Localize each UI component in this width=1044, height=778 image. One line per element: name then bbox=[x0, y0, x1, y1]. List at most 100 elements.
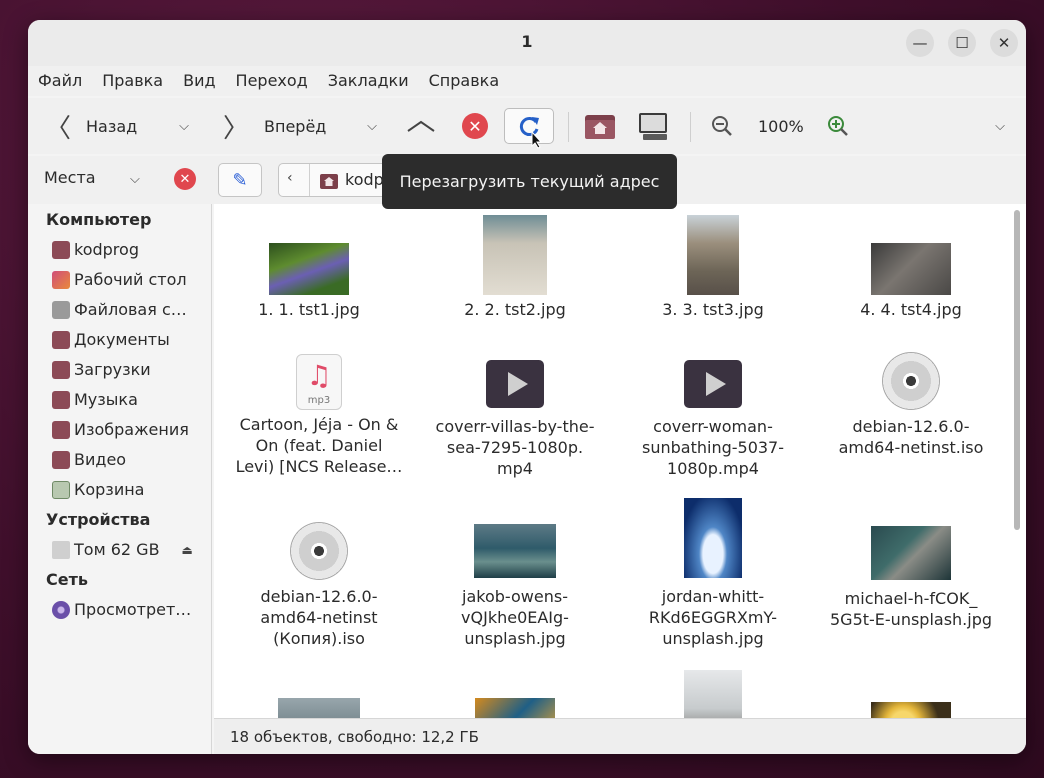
sidebar-item-label: Изображения bbox=[74, 420, 189, 439]
file-name-line: sea-7295-1080p. bbox=[446, 438, 584, 457]
minimize-icon: — bbox=[912, 34, 928, 52]
play-icon bbox=[705, 372, 726, 396]
zoom-level: 100% bbox=[758, 116, 804, 136]
stop-button[interactable]: ✕ bbox=[458, 108, 492, 144]
file-item[interactable] bbox=[816, 702, 1006, 718]
sidebar-item-label: Рабочий стол bbox=[74, 270, 187, 289]
file-item[interactable]: 4. 4. tst4.jpg bbox=[816, 212, 1006, 320]
edit-path-button[interactable]: ✎ bbox=[218, 163, 262, 197]
file-item[interactable] bbox=[420, 698, 610, 718]
file-view: 1. 1. tst1.jpg 2. 2. tst2.jpg 3. 3. tst3… bbox=[214, 204, 1026, 718]
minimize-button[interactable]: — bbox=[906, 29, 934, 57]
close-icon: ✕ bbox=[174, 168, 196, 190]
desktop-icon bbox=[52, 270, 70, 289]
maximize-button[interactable]: ☐ bbox=[948, 29, 976, 57]
sidebar-item-trash[interactable]: Корзина bbox=[52, 480, 208, 499]
file-item[interactable]: ♫ mp3 Cartoon, Jéja - On & On (feat. Dani… bbox=[224, 354, 414, 477]
filesystem-icon bbox=[52, 300, 70, 319]
close-button[interactable]: ✕ bbox=[990, 29, 1018, 57]
music-folder-icon bbox=[52, 390, 70, 409]
sidebar-header-devices: Устройства bbox=[46, 510, 151, 529]
sidebar-item-filesystem[interactable]: Файловая с… bbox=[52, 300, 208, 319]
file-item[interactable]: 2. 2. tst2.jpg bbox=[420, 212, 610, 320]
forward-button[interactable]: 〉 bbox=[223, 108, 249, 144]
file-item[interactable] bbox=[618, 670, 808, 718]
zoom-out-button[interactable] bbox=[708, 108, 736, 144]
close-sidebar-button[interactable]: ✕ bbox=[174, 168, 196, 190]
sidebar-item-label: Корзина bbox=[74, 480, 145, 499]
computer-button[interactable] bbox=[634, 108, 674, 144]
file-item[interactable]: debian-12.6.0- amd64-netinst.iso bbox=[816, 352, 1006, 458]
toolbar-overflow-dropdown[interactable]: ⌵ bbox=[990, 108, 1010, 144]
sidebar-item-desktop[interactable]: Рабочий стол bbox=[52, 270, 208, 289]
file-name-line: debian-12.6.0- bbox=[260, 587, 378, 606]
sidebar-item-volume[interactable]: Том 62 GB ⏏ bbox=[52, 540, 208, 559]
sidebar-item-home[interactable]: kodprog bbox=[52, 240, 208, 259]
toolbar: 〈 Назад ⌵ 〉 Вперёд ⌵ ✕ 100% ⌵ bbox=[28, 98, 1026, 154]
image-thumbnail bbox=[684, 670, 742, 718]
menu-bookmarks[interactable]: Закладки bbox=[328, 66, 409, 96]
downloads-folder-icon bbox=[52, 360, 70, 379]
sidebar-item-downloads[interactable]: Загрузки bbox=[52, 360, 208, 379]
network-icon bbox=[52, 600, 70, 619]
file-name-line: (Копия).iso bbox=[273, 629, 365, 648]
zoom-in-button[interactable] bbox=[824, 108, 852, 144]
places-dropdown[interactable]: ⌵ bbox=[130, 168, 140, 187]
home-button[interactable] bbox=[582, 108, 618, 144]
places-selector-label[interactable]: Места bbox=[44, 168, 96, 187]
sidebar-header-computer: Компьютер bbox=[46, 210, 152, 229]
file-name: 1. 1. tst1.jpg bbox=[258, 300, 360, 319]
back-history-dropdown[interactable]: ⌵ bbox=[174, 108, 194, 144]
image-thumbnail bbox=[684, 498, 742, 578]
file-item[interactable]: coverr-woman- sunbathing-5037- 1080p.mp4 bbox=[618, 360, 808, 479]
menu-go[interactable]: Переход bbox=[236, 66, 308, 96]
forward-label[interactable]: Вперёд bbox=[264, 108, 326, 144]
sidebar-item-browse-network[interactable]: Просмотрет… bbox=[52, 600, 208, 619]
computer-icon bbox=[639, 113, 667, 140]
scrollbar[interactable] bbox=[1014, 210, 1020, 530]
file-item[interactable]: debian-12.6.0- amd64-netinst (Копия).iso bbox=[224, 522, 414, 649]
forward-history-dropdown[interactable]: ⌵ bbox=[362, 108, 382, 144]
file-name-line: unsplash.jpg bbox=[464, 629, 566, 648]
image-thumbnail bbox=[687, 215, 739, 295]
file-item[interactable] bbox=[224, 698, 414, 718]
back-button[interactable]: 〈 bbox=[45, 108, 71, 144]
file-item[interactable]: coverr-villas-by-the- sea-7295-1080p. mp… bbox=[420, 360, 610, 479]
file-item[interactable]: jakob-owens- vQJkhe0EAIg- unsplash.jpg bbox=[420, 524, 610, 649]
menu-help[interactable]: Справка bbox=[429, 66, 500, 96]
zoom-in-icon bbox=[828, 116, 848, 136]
file-item[interactable]: jordan-whitt- RKd6EGGRXmY- unsplash.jpg bbox=[618, 498, 808, 649]
file-name-line: 1080p.mp4 bbox=[667, 459, 759, 478]
sidebar-item-label: Том 62 GB bbox=[74, 540, 160, 559]
file-name-line: debian-12.6.0- bbox=[852, 417, 970, 436]
file-item[interactable]: michael-h-fCOK_ 5G5t-E-unsplash.jpg bbox=[816, 526, 1006, 630]
toolbar-separator bbox=[568, 112, 569, 142]
menu-view[interactable]: Вид bbox=[183, 66, 215, 96]
up-button[interactable] bbox=[404, 108, 438, 144]
toolbar-separator bbox=[690, 112, 691, 142]
path-back-arrow-icon[interactable]: ‹ bbox=[287, 170, 293, 186]
file-name-line: amd64-netinst bbox=[260, 608, 378, 627]
disc-image-icon bbox=[882, 352, 940, 410]
file-item[interactable]: 3. 3. tst3.jpg bbox=[618, 212, 808, 320]
sidebar-item-documents[interactable]: Документы bbox=[52, 330, 208, 349]
mouse-cursor-icon bbox=[531, 131, 543, 149]
file-item[interactable]: 1. 1. tst1.jpg bbox=[214, 212, 404, 320]
menubar: Файл Правка Вид Переход Закладки Справка bbox=[28, 66, 1026, 96]
image-thumbnail bbox=[278, 698, 360, 718]
eject-icon[interactable]: ⏏ bbox=[182, 543, 193, 557]
file-name-line: On (feat. Daniel bbox=[255, 436, 383, 455]
menu-file[interactable]: Файл bbox=[38, 66, 82, 96]
sidebar-item-pictures[interactable]: Изображения bbox=[52, 420, 208, 439]
trash-icon bbox=[52, 480, 70, 499]
disc-image-icon bbox=[290, 522, 348, 580]
file-name-line: mp4 bbox=[497, 459, 533, 478]
pencil-icon: ✎ bbox=[232, 169, 248, 191]
back-label[interactable]: Назад bbox=[86, 108, 137, 144]
menu-edit[interactable]: Правка bbox=[102, 66, 163, 96]
close-icon: ✕ bbox=[997, 34, 1011, 52]
chevron-down-icon: ⌵ bbox=[179, 118, 189, 134]
sidebar-item-music[interactable]: Музыка bbox=[52, 390, 208, 409]
sidebar-item-videos[interactable]: Видео bbox=[52, 450, 208, 469]
reload-button[interactable] bbox=[504, 108, 554, 149]
